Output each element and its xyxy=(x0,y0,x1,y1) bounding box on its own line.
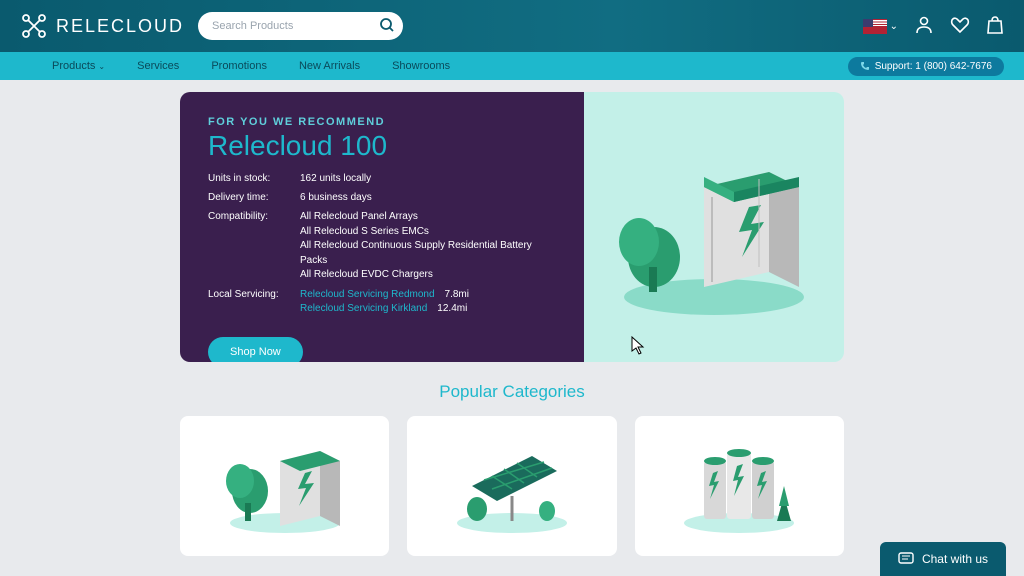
wishlist-button[interactable] xyxy=(950,15,970,38)
chat-icon xyxy=(898,552,914,566)
spec-compatibility: Compatibility: All Relecloud Panel Array… xyxy=(208,210,556,283)
relecloud-logo-icon xyxy=(20,12,48,40)
nav-products[interactable]: Products⌄ xyxy=(52,60,105,72)
popular-categories-title: Popular Categories xyxy=(180,382,844,402)
category-card-chargers[interactable] xyxy=(180,416,389,556)
service-link-redmond[interactable]: Relecloud Servicing Redmond7.8mi xyxy=(300,288,469,302)
search-container xyxy=(198,12,403,40)
account-button[interactable] xyxy=(914,15,934,38)
search-input[interactable] xyxy=(198,12,403,40)
hero-details: FOR YOU WE RECOMMEND Relecloud 100 Units… xyxy=(180,92,584,362)
hero-title: Relecloud 100 xyxy=(208,130,556,162)
chat-widget[interactable]: Chat with us xyxy=(880,542,1006,576)
main-nav: Products⌄ Services Promotions New Arriva… xyxy=(0,52,1024,80)
solar-panel-category-icon xyxy=(442,431,582,541)
spec-servicing: Local Servicing: Relecloud Servicing Red… xyxy=(208,288,556,316)
us-flag-icon xyxy=(863,19,887,34)
search-icon xyxy=(379,17,395,33)
phone-icon xyxy=(860,61,870,71)
user-icon xyxy=(914,15,934,35)
locale-selector[interactable]: ⌄ xyxy=(863,19,898,34)
chevron-down-icon: ⌄ xyxy=(98,62,105,71)
shop-now-button[interactable]: Shop Now xyxy=(208,337,303,363)
charger-illustration xyxy=(604,127,824,327)
page-content: FOR YOU WE RECOMMEND Relecloud 100 Units… xyxy=(0,80,1024,556)
nav-promotions[interactable]: Promotions xyxy=(211,60,267,72)
battery-category-icon xyxy=(669,431,809,541)
nav-showrooms[interactable]: Showrooms xyxy=(392,60,450,72)
support-phone[interactable]: Support: 1 (800) 642-7676 xyxy=(848,57,1004,76)
header-actions: ⌄ xyxy=(863,15,1004,38)
brand-logo[interactable]: RELECLOUD xyxy=(20,12,184,40)
hero-banner: FOR YOU WE RECOMMEND Relecloud 100 Units… xyxy=(180,92,844,362)
hero-illustration xyxy=(584,92,844,362)
category-card-batteries[interactable] xyxy=(635,416,844,556)
main-header: RELECLOUD ⌄ xyxy=(0,0,1024,52)
spec-delivery: Delivery time: 6 business days xyxy=(208,191,556,205)
search-button[interactable] xyxy=(379,17,395,36)
hero-eyebrow: FOR YOU WE RECOMMEND xyxy=(208,116,556,128)
category-card-panels[interactable] xyxy=(407,416,616,556)
category-grid xyxy=(180,416,844,556)
nav-new-arrivals[interactable]: New Arrivals xyxy=(299,60,360,72)
cart-button[interactable] xyxy=(986,15,1004,38)
charger-category-icon xyxy=(215,431,355,541)
bag-icon xyxy=(986,15,1004,35)
brand-name: RELECLOUD xyxy=(56,16,184,37)
nav-services[interactable]: Services xyxy=(137,60,179,72)
chevron-down-icon: ⌄ xyxy=(890,21,898,32)
service-link-kirkland[interactable]: Relecloud Servicing Kirkland12.4mi xyxy=(300,302,469,316)
spec-units: Units in stock: 162 units locally xyxy=(208,172,556,186)
heart-icon xyxy=(950,15,970,35)
